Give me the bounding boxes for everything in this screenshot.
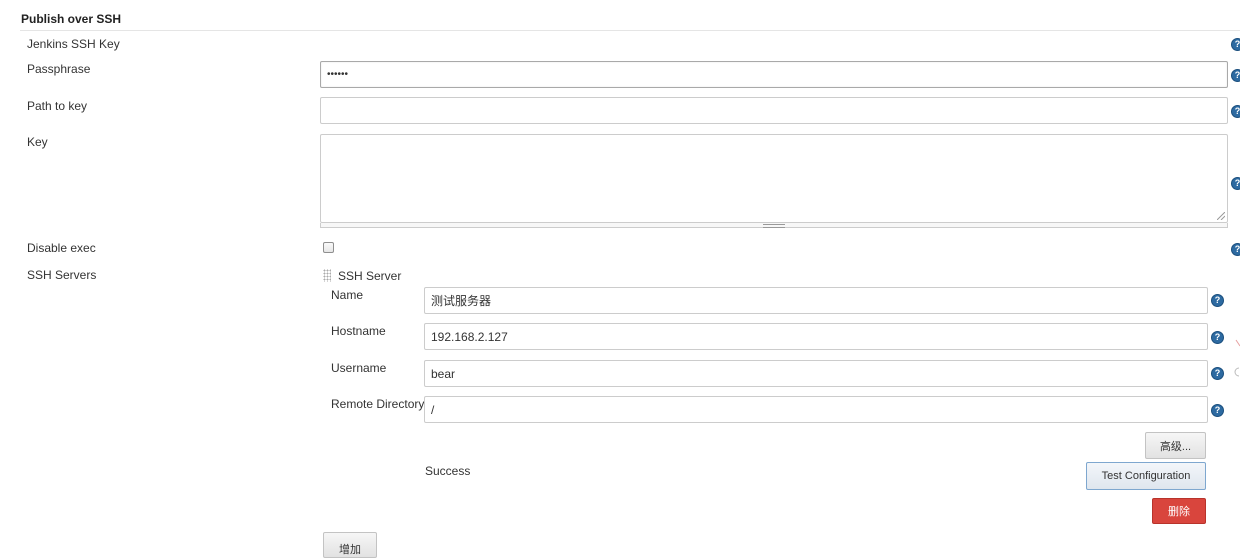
help-question-icon[interactable]: ? (1231, 69, 1240, 82)
server-name-label: Name (331, 288, 364, 302)
delete-server-button[interactable]: 删除 (1152, 498, 1206, 524)
advanced-button[interactable]: 高级... (1145, 432, 1206, 459)
help-question-icon[interactable]: ? (1231, 105, 1240, 118)
passphrase-field[interactable] (320, 61, 1228, 88)
disable-exec-label: Disable exec (27, 241, 96, 255)
disable-exec-checkbox[interactable] (323, 242, 334, 253)
edge-fragment-icon (1234, 339, 1240, 377)
remote-directory-field[interactable] (424, 396, 1208, 423)
section-divider (20, 30, 1240, 31)
test-status-text: Success (425, 464, 471, 478)
help-question-icon[interactable]: ? (1211, 294, 1224, 307)
help-question-icon[interactable]: ? (1211, 367, 1224, 380)
ssh-server-header: SSH Server (338, 269, 402, 283)
jenkins-ssh-key-label: Jenkins SSH Key (27, 37, 120, 51)
path-to-key-label: Path to key (27, 99, 88, 113)
test-configuration-button[interactable]: Test Configuration (1086, 462, 1206, 490)
help-question-icon[interactable]: ? (1211, 331, 1224, 344)
textarea-resize-bar[interactable] (320, 223, 1228, 228)
add-server-button[interactable]: 增加 (323, 532, 377, 558)
help-question-icon[interactable]: ? (1211, 404, 1224, 417)
server-name-field[interactable] (424, 287, 1208, 314)
textarea-resize-corner-icon[interactable] (1217, 212, 1225, 220)
path-to-key-field[interactable] (320, 97, 1228, 124)
section-title: Publish over SSH (21, 12, 122, 26)
key-textarea[interactable] (320, 134, 1228, 223)
help-question-icon[interactable]: ? (1231, 177, 1240, 190)
username-field[interactable] (424, 360, 1208, 387)
key-label: Key (27, 135, 48, 149)
hostname-field[interactable] (424, 323, 1208, 350)
help-question-icon[interactable]: ? (1231, 38, 1240, 51)
hostname-label: Hostname (331, 324, 386, 338)
ssh-servers-label: SSH Servers (27, 268, 97, 282)
remote-directory-label: Remote Directory (331, 397, 425, 411)
resize-grip-icon (763, 224, 785, 228)
passphrase-label: Passphrase (27, 62, 91, 76)
username-label: Username (331, 361, 387, 375)
help-question-icon[interactable]: ? (1231, 243, 1240, 256)
drag-handle-icon[interactable] (323, 269, 331, 282)
